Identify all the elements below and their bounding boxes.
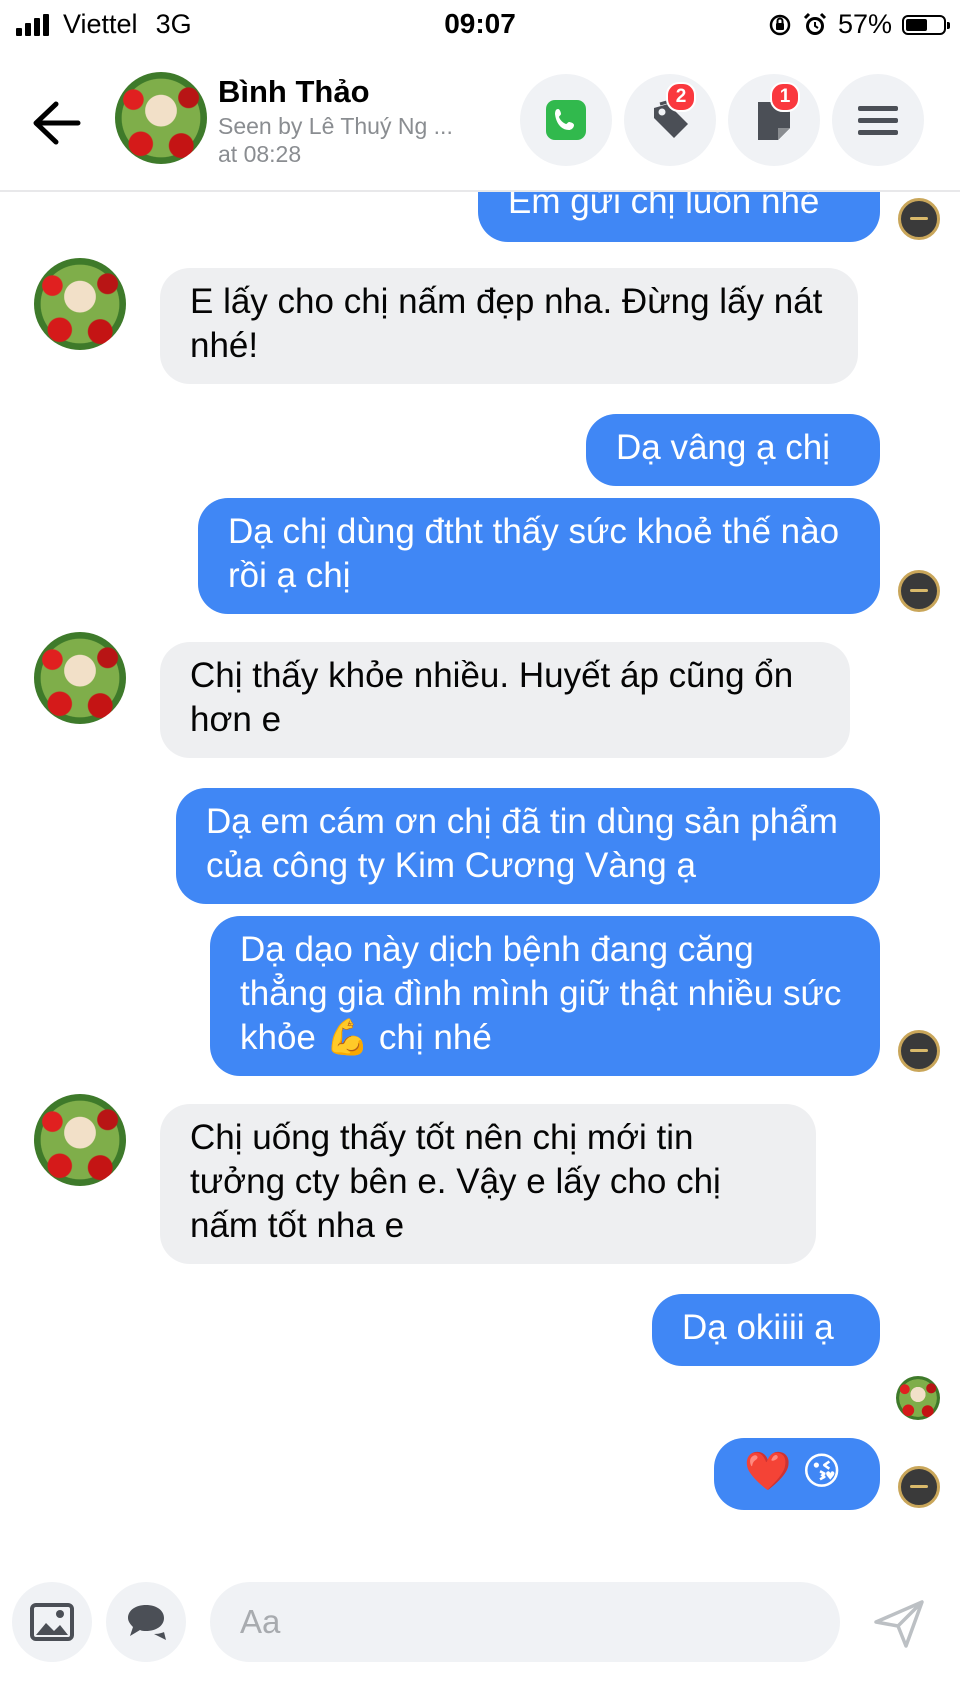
message-bubble-outgoing[interactable]: Dạ vâng ạ chị (586, 414, 880, 486)
seen-avatar (898, 198, 940, 240)
contact-name[interactable]: Bình Thảo (218, 74, 370, 110)
sender-avatar[interactable] (34, 258, 126, 350)
image-icon (30, 1603, 74, 1641)
call-button[interactable] (520, 74, 612, 166)
contact-avatar[interactable] (115, 72, 207, 164)
message-text: E lấy cho chị nấm đẹp nha. Đừng lấy nát … (190, 282, 823, 365)
send-icon[interactable] (870, 1594, 928, 1652)
seen-avatar (898, 1030, 940, 1072)
message-bubble-incoming[interactable]: Chị thấy khỏe nhiều. Huyết áp cũng ổn hơ… (160, 642, 850, 758)
notes-badge: 1 (770, 82, 800, 112)
message-input[interactable] (210, 1582, 840, 1662)
phone-icon (546, 100, 586, 140)
status-bar: Viettel 3G 09:07 57% (0, 0, 960, 50)
message-bubble-outgoing[interactable]: Dạ okiiii ạ (652, 1294, 880, 1366)
chat-header: Bình Thảo Seen by Lê Thuý Ng ... at 08:2… (0, 60, 960, 192)
sticker-button[interactable] (106, 1582, 186, 1662)
status-right: 57% (768, 9, 950, 40)
message-bubble-outgoing[interactable]: Dạ chị dùng đtht thấy sức khoẻ thế nào r… (198, 498, 880, 614)
menu-icon (858, 106, 898, 135)
seen-line-1: Seen by Lê Thuý Ng ... (218, 113, 453, 139)
battery-icon (902, 14, 950, 35)
sender-avatar[interactable] (34, 632, 126, 724)
emoji-message: ❤️ 😘 (744, 1451, 842, 1493)
seen-avatar (898, 1466, 940, 1508)
read-receipt-avatar (896, 1376, 940, 1420)
sticker-icon (128, 1605, 166, 1640)
message-bubble-outgoing[interactable]: Dạ em cám ơn chị đã tin dùng sản phẩm củ… (176, 788, 880, 904)
tags-button[interactable]: 2 (624, 74, 716, 166)
seen-avatar (898, 570, 940, 612)
gallery-button[interactable] (12, 1582, 92, 1662)
back-arrow-icon[interactable] (30, 98, 84, 148)
menu-button[interactable] (832, 74, 924, 166)
message-text: Dạ okiiii ạ (682, 1308, 834, 1347)
message-text: Chị thấy khỏe nhiều. Huyết áp cũng ổn hơ… (190, 656, 794, 739)
alarm-icon (803, 12, 827, 35)
notes-button[interactable]: 1 (728, 74, 820, 166)
message-text: Dạ dạo này dịch bệnh đang căng thẳng gia… (240, 930, 842, 1057)
message-composer (0, 1572, 960, 1702)
message-text: Dạ em cám ơn chị đã tin dùng sản phẩm củ… (206, 802, 838, 885)
message-bubble-outgoing[interactable]: ❤️ 😘 (714, 1438, 880, 1510)
sender-avatar[interactable] (34, 1094, 126, 1186)
battery-percent: 57% (837, 9, 892, 39)
orientation-lock-icon (769, 14, 791, 35)
message-text: Dạ vâng ạ chị (616, 428, 831, 467)
tags-badge: 2 (666, 82, 696, 112)
message-text: Chị uống thấy tốt nên chị mới tin tưởng … (190, 1118, 721, 1245)
message-text: Dạ chị dùng đtht thấy sức khoẻ thế nào r… (228, 512, 840, 595)
message-bubble-outgoing[interactable]: Dạ dạo này dịch bệnh đang căng thẳng gia… (210, 916, 880, 1076)
seen-line-2: at 08:28 (218, 141, 302, 167)
message-bubble-incoming[interactable]: Chị uống thấy tốt nên chị mới tin tưởng … (160, 1104, 816, 1264)
message-bubble-incoming[interactable]: E lấy cho chị nấm đẹp nha. Đừng lấy nát … (160, 268, 858, 384)
seen-status: Seen by Lê Thuý Ng ... at 08:28 (218, 112, 488, 168)
